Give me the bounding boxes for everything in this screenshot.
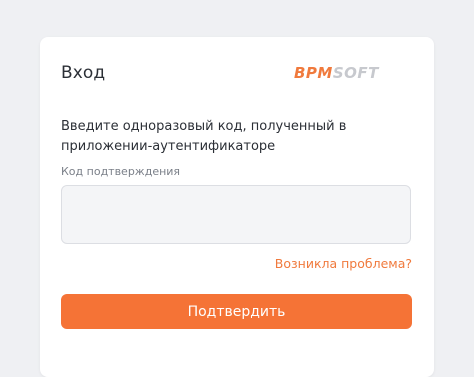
code-field-label: Код подтверждения (61, 165, 181, 178)
logo-text-bpm: BPM (294, 64, 333, 82)
page-title: Вход (61, 63, 106, 83)
logo-text-soft: SOFT (332, 64, 379, 82)
confirm-button[interactable]: Подтвердить (61, 294, 412, 329)
login-card: Вход BPMSOFT Введите одноразовый код, по… (40, 37, 434, 377)
code-input[interactable] (61, 185, 411, 244)
problem-link[interactable]: Возникла проблема? (275, 256, 412, 271)
bpmsoft-logo: BPMSOFT (294, 64, 379, 82)
instruction-text: Введите одноразовый код, полученный в пр… (61, 119, 347, 154)
